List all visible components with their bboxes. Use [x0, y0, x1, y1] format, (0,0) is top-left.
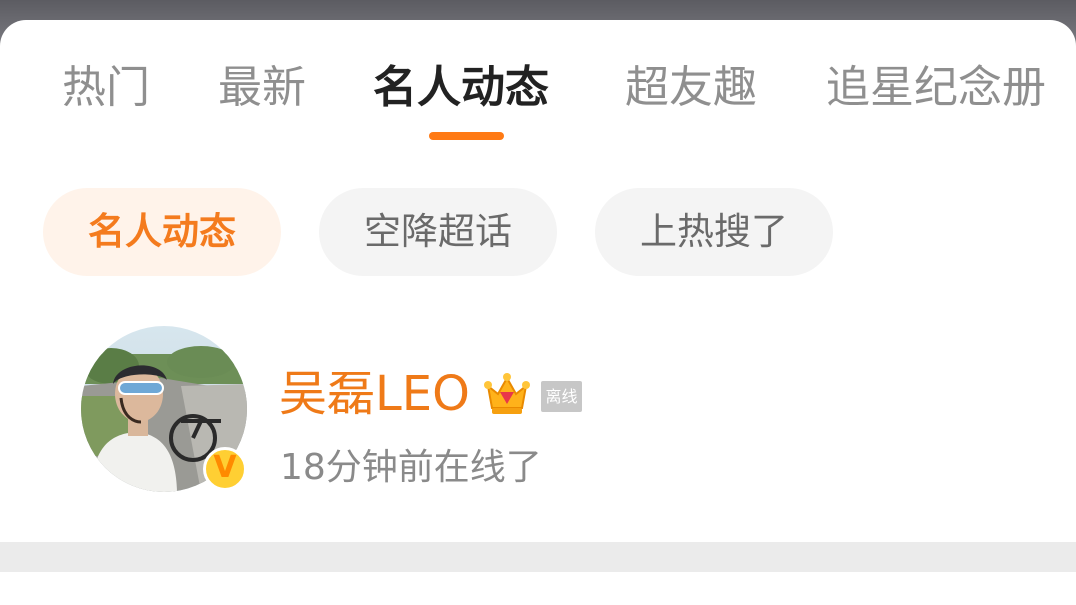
chip-celebrity-updates[interactable]: 名人动态 [43, 188, 281, 276]
verified-v-icon: V [203, 447, 247, 491]
tab-latest[interactable]: 最新 [218, 60, 306, 116]
active-tab-indicator [429, 132, 504, 140]
tab-hot[interactable]: 热门 [62, 60, 150, 116]
tab-celebrity-updates[interactable]: 名人动态 [373, 60, 549, 116]
chip-trending[interactable]: 上热搜了 [595, 188, 833, 276]
category-tabs: 热门 最新 名人动态 超友趣 追星纪念册 [0, 20, 1076, 150]
chip-super-topic[interactable]: 空降超话 [319, 188, 557, 276]
last-seen-text: 18分钟前在线了 [280, 447, 542, 488]
vip-crown-icon [484, 373, 530, 414]
username[interactable]: 吴磊LEO [279, 364, 470, 424]
tab-fan-album[interactable]: 追星纪念册 [826, 60, 1046, 116]
bottom-sheet: 热门 最新 名人动态 超友趣 追星纪念册 名人动态 空降超话 上热搜了 V 吴磊… [0, 20, 1076, 605]
section-divider [0, 542, 1076, 572]
status-badge: 离线 [541, 381, 582, 412]
tab-super-fun[interactable]: 超友趣 [625, 60, 757, 116]
